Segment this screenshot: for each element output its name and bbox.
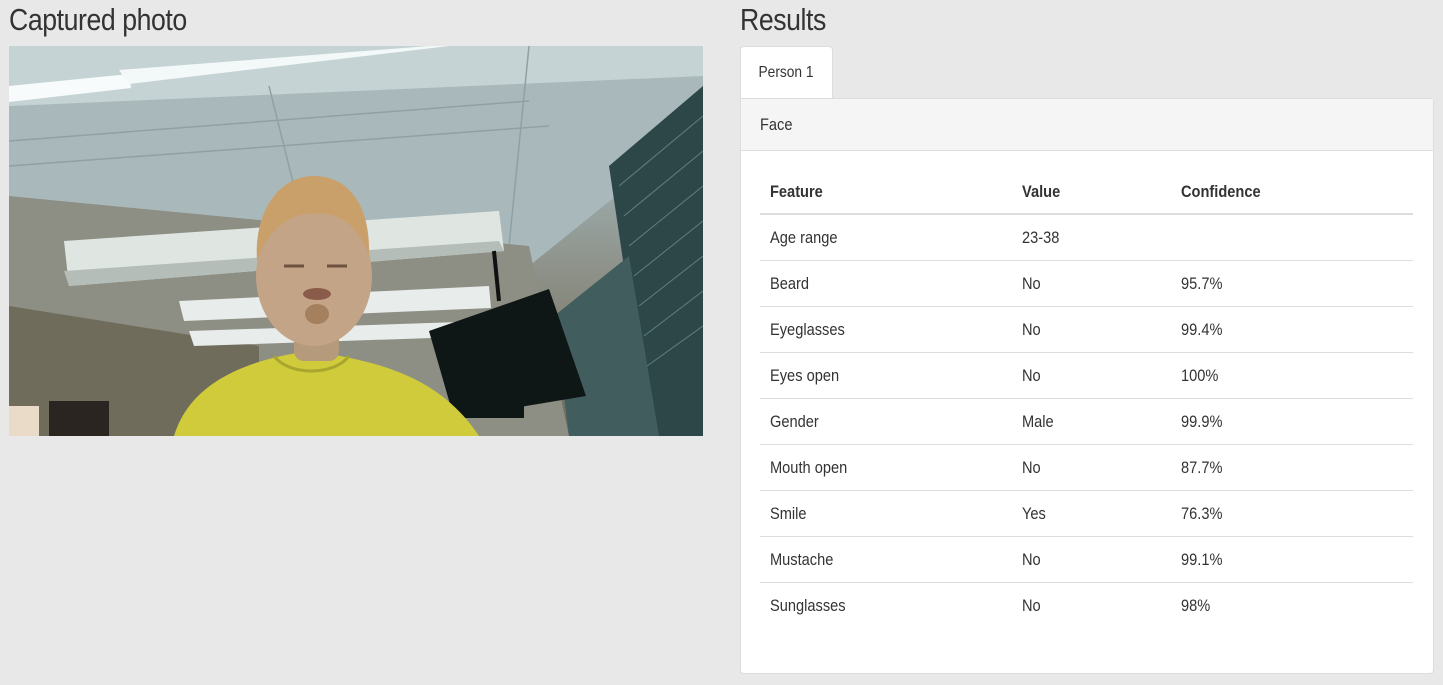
cell-feature: Eyeglasses [760,306,1012,353]
tab-person-1[interactable]: Person 1 [740,46,833,98]
cell-value: No [1012,444,1171,491]
face-panel: Face Feature Value Confidence Age range … [740,98,1434,674]
cell-value: No [1012,582,1171,628]
cell-feature: Sunglasses [760,582,1012,628]
table-header-row: Feature Value Confidence [760,170,1413,215]
column-header-confidence: Confidence [1171,170,1413,215]
cell-confidence [1171,214,1413,261]
captured-photo-image [9,46,703,436]
cell-value: 23-38 [1022,227,1060,247]
cell-feature: Eyes open [760,352,1012,399]
cell-confidence: 76.3% [1171,490,1413,537]
cell-confidence: 87.7% [1171,444,1413,491]
panel-heading: Face [741,99,1433,151]
cell-value: No [1012,260,1171,307]
cell-value: No [1012,306,1171,353]
table-row: Mustache No 99.1% [760,536,1413,583]
cell-feature: Mustache [760,536,1012,583]
cell-value: Male [1012,398,1171,445]
cell-confidence: 99.4% [1171,306,1413,353]
table-row: Smile Yes 76.3% [760,490,1413,537]
table-row: Sunglasses No 98% [760,582,1413,628]
tab-person-1-label: Person 1 [758,64,815,81]
cell-confidence: 98% [1171,582,1413,628]
cell-feature: Gender [760,398,1012,445]
cell-confidence: 99.1% [1171,536,1413,583]
table-row: Gender Male 99.9% [760,398,1413,445]
cell-feature: Age range [770,227,838,247]
results-table: Feature Value Confidence Age range 23-38… [760,170,1413,628]
cell-confidence: 95.7% [1171,260,1413,307]
cell-value: No [1012,536,1171,583]
table-row: Age range 23-38 [760,214,1413,261]
table-row: Mouth open No 87.7% [760,444,1413,491]
cell-confidence: 100% [1171,352,1413,399]
panel-heading-label: Face [760,115,793,134]
captured-photo-title: Captured photo [9,2,187,37]
cell-confidence: 99.9% [1171,398,1413,445]
cell-value: Yes [1012,490,1171,537]
cell-value: No [1012,352,1171,399]
table-row: Eyeglasses No 99.4% [760,306,1413,353]
cell-feature: Beard [760,260,1012,307]
table-row: Beard No 95.7% [760,260,1413,307]
results-title: Results [740,2,826,37]
table-row: Eyes open No 100% [760,352,1413,399]
cell-feature: Mouth open [760,444,1012,491]
captured-photo [9,46,703,436]
column-header-value: Value [1012,170,1171,215]
cell-feature: Smile [760,490,1012,537]
column-header-feature: Feature [760,170,1012,215]
